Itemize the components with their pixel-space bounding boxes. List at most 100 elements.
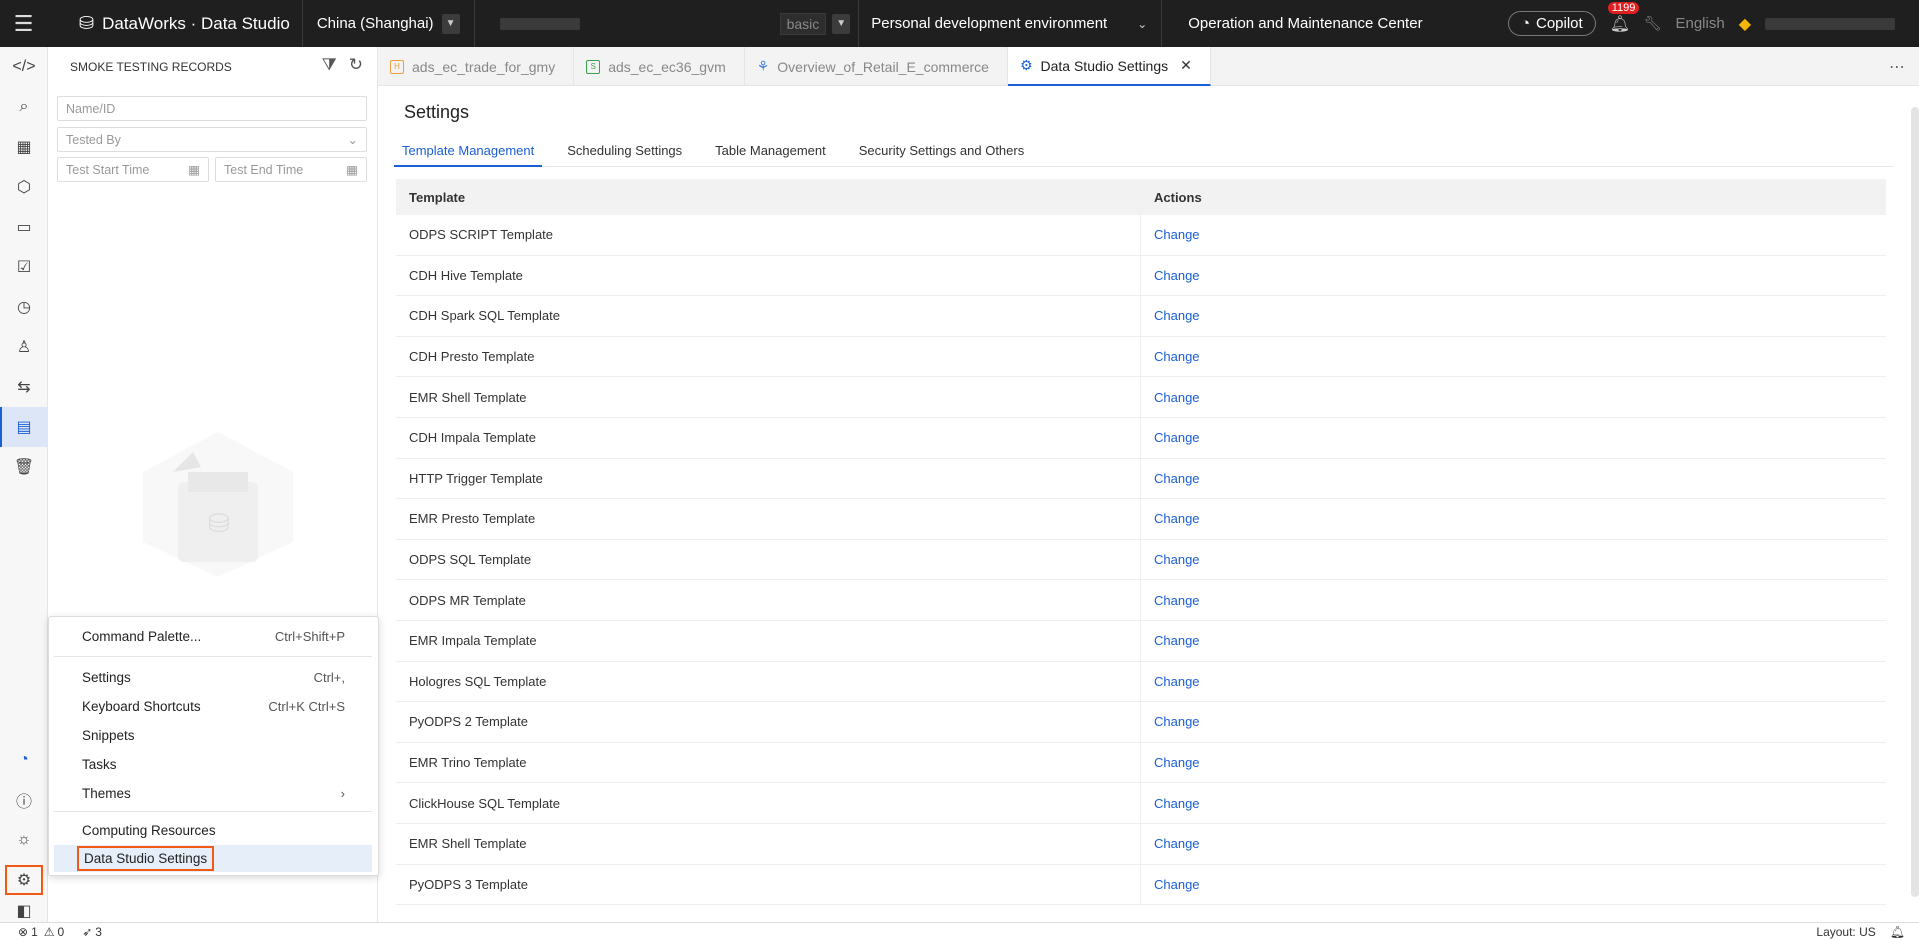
- change-link[interactable]: Change: [1154, 268, 1200, 283]
- start-time-placeholder: Test Start Time: [66, 162, 150, 177]
- tab-label: Data Studio Settings: [1040, 57, 1169, 74]
- table-row: ODPS MR Template Change: [396, 580, 1886, 621]
- tested-by-select[interactable]: Tested By ⌄: [57, 127, 367, 152]
- code-icon[interactable]: </>: [0, 47, 48, 87]
- editor-tabs: H ads_ec_trade_for_gmy S ads_ec_ec36_gvm…: [378, 47, 1919, 86]
- change-link[interactable]: Change: [1154, 227, 1200, 242]
- menu-item-snippets[interactable]: Snippets: [54, 722, 372, 749]
- notification-badge: 1199: [1607, 1, 1640, 14]
- product-title: DataWorks · Data Studio: [102, 13, 290, 33]
- user-account-redacted[interactable]: [1765, 17, 1895, 30]
- error-count[interactable]: 1: [31, 925, 38, 939]
- change-link[interactable]: Change: [1154, 877, 1200, 892]
- send-count[interactable]: 3: [95, 925, 102, 939]
- tab-ads-ec-trade[interactable]: H ads_ec_trade_for_gmy: [378, 47, 575, 86]
- notification-bell-icon[interactable]: 🔔︎ 1199: [1607, 1, 1640, 34]
- template-name-cell: CDH Hive Template: [396, 255, 1141, 296]
- change-link[interactable]: Change: [1154, 755, 1200, 770]
- more-actions-icon[interactable]: ⋯: [1889, 57, 1905, 77]
- product-logo[interactable]: ⛁ DataWorks · Data Studio: [47, 0, 303, 47]
- copilot-side-icon[interactable]: ◔: [0, 740, 48, 780]
- tab-ads-ec-ec36[interactable]: S ads_ec_ec36_gvm: [574, 47, 745, 86]
- workspace-name-redacted[interactable]: [499, 17, 580, 30]
- region-selector[interactable]: China (Shanghai) ▼: [303, 0, 475, 47]
- template-name-cell: CDH Spark SQL Template: [396, 296, 1141, 336]
- menu-item-command-palette[interactable]: Command Palette... Ctrl+Shift+P: [54, 623, 372, 650]
- change-link[interactable]: Change: [1154, 308, 1200, 323]
- smoke-testing-icon[interactable]: ▤: [0, 407, 48, 447]
- tab-scheduling-settings[interactable]: Scheduling Settings: [559, 139, 690, 167]
- change-link[interactable]: Change: [1154, 836, 1200, 851]
- change-link[interactable]: Change: [1154, 674, 1200, 689]
- template-name-cell: EMR Shell Template: [396, 377, 1141, 417]
- table-row: ODPS SQL Template Change: [396, 539, 1886, 581]
- warning-count[interactable]: 0: [58, 925, 65, 939]
- change-link[interactable]: Change: [1154, 796, 1200, 811]
- table-row: CDH Impala Template Change: [396, 417, 1886, 459]
- change-link[interactable]: Change: [1154, 390, 1200, 405]
- keyboard-layout[interactable]: Layout: US: [1816, 925, 1875, 939]
- menu-item-tasks[interactable]: Tasks: [54, 751, 372, 778]
- chevron-down-icon: ⌄: [1137, 16, 1148, 31]
- change-link[interactable]: Change: [1154, 511, 1200, 526]
- filter-clear-icon[interactable]: ⧩: [322, 55, 337, 75]
- table-row: EMR Shell Template Change: [396, 377, 1886, 418]
- gear-icon[interactable]: ⚙: [0, 860, 48, 900]
- plugin-icon[interactable]: ⬡: [0, 167, 48, 207]
- menu-item-settings[interactable]: Settings Ctrl+,: [54, 664, 372, 691]
- tab-security-settings[interactable]: Security Settings and Others: [851, 139, 1032, 167]
- vertical-scrollbar[interactable]: [1911, 107, 1919, 897]
- menu-shortcut: Ctrl+Shift+P: [274, 629, 345, 644]
- hamburger-menu-icon[interactable]: ☰: [0, 0, 47, 47]
- change-link[interactable]: Change: [1154, 430, 1200, 445]
- send-icon[interactable]: ➶: [82, 925, 92, 939]
- panel-toggle-icon[interactable]: ◧: [0, 900, 48, 922]
- tab-table-management[interactable]: Table Management: [707, 139, 834, 167]
- template-table: Template Actions ODPS SCRIPT Template Cha…: [396, 179, 1886, 906]
- table-icon[interactable]: ▦: [0, 127, 48, 167]
- checklist-icon[interactable]: ☑: [0, 247, 48, 287]
- user-icon[interactable]: ♙: [0, 327, 48, 367]
- data-map-icon[interactable]: ⌕: [0, 87, 48, 127]
- empty-state-illustration: ⛁: [143, 432, 293, 577]
- change-link[interactable]: Change: [1154, 471, 1200, 486]
- change-link[interactable]: Change: [1154, 349, 1200, 364]
- copilot-button[interactable]: ◔ Copilot: [1507, 11, 1596, 36]
- copilot-label: Copilot: [1536, 15, 1583, 32]
- start-time-input[interactable]: Test Start Time ▦: [57, 157, 209, 182]
- change-link[interactable]: Change: [1154, 593, 1200, 608]
- premium-gem-icon: ◆: [1738, 15, 1751, 33]
- name-id-input[interactable]: Name/ID: [57, 96, 367, 121]
- change-link[interactable]: Change: [1154, 714, 1200, 729]
- warning-icon[interactable]: ⚠: [44, 925, 55, 939]
- ops-center-link[interactable]: Operation and Maintenance Center: [1162, 15, 1448, 32]
- menu-item-computing-resources[interactable]: Computing Resources: [54, 817, 372, 844]
- menu-item-keyboard-shortcuts[interactable]: Keyboard Shortcuts Ctrl+K Ctrl+S: [54, 693, 372, 720]
- table-header: Template Actions: [396, 179, 1886, 215]
- menu-divider: [54, 656, 372, 657]
- close-icon[interactable]: ✕: [1180, 57, 1192, 74]
- tab-overview-retail[interactable]: ⚘ Overview_of_Retail_E_commerce: [745, 47, 1008, 86]
- folder-icon[interactable]: ▭: [0, 207, 48, 247]
- tools-icon[interactable]: 🔧︎: [1644, 15, 1662, 32]
- flow-icon[interactable]: ⇆: [0, 367, 48, 407]
- tab-template-management[interactable]: Template Management: [394, 139, 543, 167]
- change-link[interactable]: Change: [1154, 633, 1200, 648]
- bell-icon[interactable]: 🔔︎: [1890, 925, 1905, 939]
- language-switch[interactable]: English: [1675, 15, 1724, 32]
- top-bar: ☰ ⛁ DataWorks · Data Studio China (Shang…: [0, 0, 1919, 47]
- holo-icon: H: [390, 59, 404, 74]
- help-icon[interactable]: ⓘ: [0, 780, 48, 820]
- theme-sun-icon[interactable]: ☼: [0, 820, 48, 860]
- environment-selector[interactable]: Personal development environment ⌄: [858, 0, 1163, 47]
- tab-data-studio-settings[interactable]: ⚙ Data Studio Settings ✕: [1007, 47, 1211, 86]
- error-icon[interactable]: ⊗: [18, 925, 28, 939]
- menu-item-data-studio-settings[interactable]: Data Studio Settings: [54, 845, 372, 872]
- version-selector[interactable]: basic ▼: [779, 12, 851, 35]
- history-icon[interactable]: ◷: [0, 287, 48, 327]
- refresh-icon[interactable]: ↻: [349, 55, 363, 75]
- recycle-bin-icon[interactable]: 🗑︎: [0, 447, 48, 487]
- end-time-input[interactable]: Test End Time ▦: [215, 157, 367, 182]
- change-link[interactable]: Change: [1154, 552, 1200, 567]
- menu-item-themes[interactable]: Themes ›: [54, 780, 372, 807]
